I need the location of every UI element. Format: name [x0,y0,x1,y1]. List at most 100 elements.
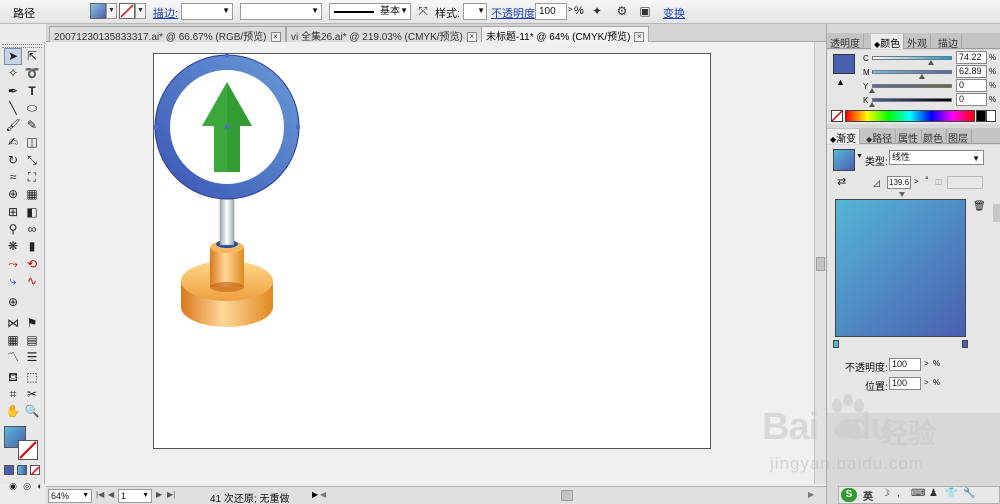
stop-opacity-input[interactable]: 100 [889,358,921,371]
chart-tool-icon[interactable]: ▤ [23,332,41,349]
stroke-weight-field[interactable]: ▼ [181,3,233,20]
fill-dropdown-arrow[interactable]: ▼ [106,3,117,19]
angle-dropdown-arrow[interactable]: > [914,177,919,186]
first-artboard-button[interactable]: |◀ [96,490,104,499]
envelope-tool-icon[interactable]: ⋈ [4,315,22,332]
scroll-left-arrow[interactable]: ◀ [320,490,326,499]
gear-icon[interactable]: ⚙ [613,3,631,20]
cyan-slider[interactable] [872,56,952,60]
selection-tool-icon[interactable]: ➤ [4,48,22,65]
gradient-mode-button[interactable] [17,465,27,475]
close-icon[interactable]: × [270,32,281,43]
eyedropper-tool-icon[interactable]: ⚲ [4,221,22,238]
none-mode-button[interactable] [30,465,40,476]
magenta-slider[interactable] [872,70,952,74]
sogou-ime-icon[interactable]: S [841,488,857,502]
document-tab[interactable]: 20071230135833317.ai* @ 66.67% (RGB/预览) × [49,26,286,43]
artboard[interactable] [153,53,711,449]
magenta-value[interactable]: 62.89 [956,65,987,78]
mesh-tool-icon[interactable]: ⊞ [4,204,22,221]
flag-tool-icon[interactable]: ⚑ [23,315,41,332]
magic-wand-tool-icon[interactable]: ✧ [4,65,22,82]
previous-artboard-button[interactable]: ◀ [108,490,114,499]
scissors-tool-icon[interactable]: ⤷ [4,273,22,290]
yellow-slider[interactable] [872,84,952,88]
gradient-preview[interactable] [835,199,966,337]
arrange-icon[interactable]: ⤧ [414,3,432,20]
wrench-icon[interactable]: 🔧 [963,488,975,499]
slice-tool-icon[interactable]: ⤳ [4,256,22,273]
line-tool-icon[interactable]: ╲ [4,100,22,117]
close-icon[interactable]: × [634,32,645,43]
stroke-color-box[interactable] [18,440,38,460]
gradient-type-select[interactable]: 线性 ▼ [889,150,984,165]
graph-tool-icon[interactable]: 〽 [4,349,22,366]
next-artboard-button[interactable]: ▶ [156,490,162,499]
panel-scroll-handle[interactable] [993,204,1000,222]
gradient-tool-icon[interactable]: ◧ [23,204,41,221]
shirt-icon[interactable]: 👕 [945,488,957,499]
zoom-field[interactable]: 64% ▼ [48,489,92,503]
none-color-button[interactable] [831,110,843,122]
opacity-link[interactable]: 不透明度: [491,5,538,21]
midpoint-diamond[interactable] [899,192,905,197]
ellipse-tool-icon[interactable]: ⬭ [23,100,41,117]
align-icon[interactable]: ▣ [636,3,654,20]
stop-location-dropdown-arrow[interactable]: > [924,378,929,387]
direct-selection-tool-icon[interactable]: ⇱ [23,48,41,65]
scale-tool-icon[interactable]: ⤡ [23,152,41,169]
artboard-number-field[interactable]: 1 ▼ [118,489,152,503]
black-slider[interactable] [872,98,952,102]
type-tool-icon[interactable]: T [23,83,41,100]
tab-pathfinder[interactable]: ◆路径 [863,129,897,145]
variable-width-profile[interactable]: ▼ [240,3,322,20]
tab-gradient[interactable]: ◆渐变 [827,129,861,145]
punctuation-icon[interactable]: , [897,488,900,499]
stroke-dropdown-arrow[interactable]: ▼ [135,3,146,19]
tab-stroke[interactable]: 描边 [935,34,962,50]
canvas-area[interactable] [46,42,814,484]
fill-swatch[interactable] [90,3,106,19]
column-graph-tool-icon[interactable]: ▮ [23,238,41,255]
black-value[interactable]: 0 [956,93,987,106]
rotate-tool-icon[interactable]: ↻ [4,152,22,169]
gradient-stop-left[interactable] [833,340,839,348]
zoom-tool-icon[interactable]: 🔍 [23,403,41,420]
pencil-tool-icon[interactable]: ✎ [23,117,41,134]
out-of-gamut-icon[interactable]: ▲ [836,77,845,87]
stroke-link[interactable]: 描边: [153,5,178,21]
gradient-swatch-dropdown[interactable]: ▼ [856,153,863,160]
yellow-slider-thumb[interactable] [869,88,875,93]
graphic-style-swatch[interactable]: ▼ [463,3,487,20]
live-paint-bucket-icon[interactable]: ⛾ [4,369,22,386]
magenta-slider-thumb[interactable] [919,74,926,79]
warp-tool-icon[interactable]: ≈ [4,169,22,186]
grid-tool-icon[interactable]: ▦ [4,332,22,349]
tab-layers[interactable]: 图层 [945,129,972,145]
blend-tool-icon[interactable]: ∞ [23,221,41,238]
cyan-value[interactable]: 74.22 [956,51,987,64]
yellow-value[interactable]: 0 [956,79,987,92]
user-icon[interactable]: ♟ [929,488,938,499]
gradient-preview-swatch[interactable] [833,149,855,171]
color-mode-button[interactable] [4,465,14,475]
transform-link[interactable]: 变换 [663,5,685,21]
tab-attributes[interactable]: 属性 [895,129,922,145]
white-swatch[interactable] [986,110,996,122]
knife-tool-icon[interactable]: ✂ [23,386,41,403]
reverse-gradient-icon[interactable]: ⇄ [837,175,846,188]
blob-brush-tool-icon[interactable]: ✍ [4,134,22,151]
black-slider-thumb[interactable] [869,102,875,107]
brush-definition[interactable]: 基本 ▼ [329,3,411,20]
shape-builder-tool-icon[interactable]: ⊕ [4,186,22,203]
keyboard-icon[interactable]: ⌨ [911,488,925,499]
gradient-stop-right[interactable] [962,340,968,348]
symbol-sprayer-tool-icon[interactable]: ❋ [4,238,22,255]
color-spectrum-bar[interactable] [845,110,975,122]
cyan-slider-thumb[interactable] [928,60,935,65]
status-menu-arrow[interactable]: ▶ [312,490,318,499]
stop-location-input[interactable]: 100 [889,377,921,390]
document-tab-active[interactable]: 未标题-11* @ 64% (CMYK/预览) × [481,26,650,43]
live-paint-selection-icon[interactable]: ⬚ [23,369,41,386]
tab-transparency[interactable]: 透明度 [827,34,864,50]
